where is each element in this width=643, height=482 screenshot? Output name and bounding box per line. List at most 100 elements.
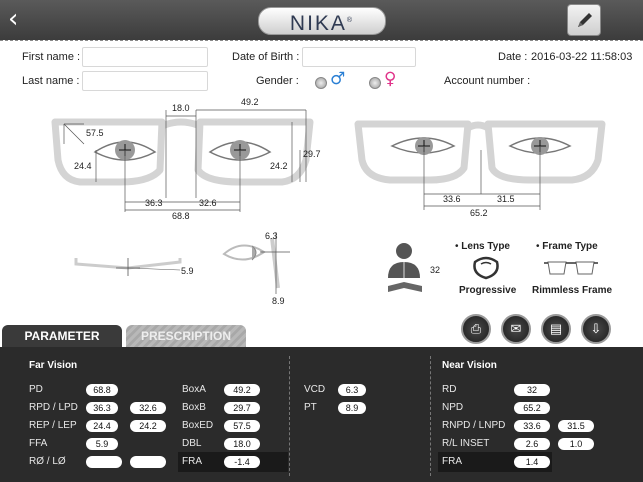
dim-right-npd: 33.6	[443, 194, 461, 204]
far-l-diameter-value[interactable]	[130, 456, 166, 468]
last-name-label: Last name :	[22, 75, 80, 87]
dim-right-pd: 36.3	[145, 198, 163, 208]
date-label: Date :	[498, 51, 528, 63]
far-rep-value[interactable]: 24.4	[86, 420, 118, 432]
lens-icon	[473, 256, 499, 280]
near-vision-title: Near Vision	[442, 360, 497, 371]
near-npd-value[interactable]: 65.2	[514, 402, 550, 414]
far-vision-title: Far Vision	[29, 360, 78, 371]
far-row-label: RØ / LØ	[29, 456, 66, 467]
box-row-label: BoxB	[182, 402, 206, 413]
vcd-row-label: VCD	[304, 384, 326, 395]
box-row-label: BoxA	[182, 384, 206, 395]
last-name-field[interactable]	[82, 71, 208, 91]
tab-prescription[interactable]: PRESCRIPTION	[126, 325, 246, 347]
rimless-frame-icon	[544, 261, 598, 275]
email-button[interactable]: ✉	[501, 314, 531, 344]
far-vision-frame-diagram	[51, 109, 314, 212]
dim-left-npd: 31.5	[497, 194, 515, 204]
tab-parameter[interactable]: PARAMETER	[2, 325, 122, 347]
dim-total-npd: 65.2	[470, 208, 488, 218]
top-bar-divider	[0, 40, 643, 41]
account-number-label: Account number :	[444, 75, 531, 87]
back-button[interactable]: ‹	[8, 6, 30, 32]
date-value: 2016-03-22 11:58:03	[531, 51, 633, 63]
mail-icon: ✉	[510, 321, 522, 336]
edit-button[interactable]	[567, 4, 601, 36]
dob-label: Date of Birth :	[232, 51, 300, 63]
vertex-distance-diagram	[222, 232, 290, 294]
dim-face-form-angle: 5.9	[181, 266, 194, 276]
near-rnpd-value[interactable]: 33.6	[514, 420, 550, 432]
dim-left-pd: 32.6	[199, 198, 217, 208]
near-row-label: NPD	[442, 402, 464, 413]
dim-left-height: 24.4	[74, 161, 92, 171]
panel-divider-left	[289, 356, 290, 476]
box-row-label: FRA	[182, 456, 202, 467]
lens-type-label-text: Lens Type	[461, 241, 510, 252]
far-row-label: RPD / LPD	[29, 402, 78, 413]
lens-type-value: Progressive	[459, 285, 517, 296]
box-row-label: BoxED	[182, 420, 214, 431]
frame-tilt-diagram	[74, 258, 182, 276]
logo-text: NIKA	[289, 12, 347, 35]
reading-posture-icon	[388, 243, 422, 292]
dim-box-a: 49.2	[241, 97, 259, 107]
box-row-label: DBL	[182, 438, 202, 449]
dim-right-height: 24.2	[270, 161, 288, 171]
far-lpd-value[interactable]: 32.6	[130, 402, 166, 414]
far-lep-value[interactable]: 24.2	[130, 420, 166, 432]
pt-value[interactable]: 8.9	[338, 402, 366, 414]
near-r-inset-value[interactable]: 2.6	[514, 438, 550, 450]
gender-female-radio[interactable]	[369, 77, 381, 89]
near-l-inset-value[interactable]: 1.0	[558, 438, 594, 450]
download-button[interactable]: ⇩	[581, 314, 611, 344]
first-name-field[interactable]	[82, 47, 208, 67]
print-button[interactable]: ⎙	[461, 314, 491, 344]
box-ed-value[interactable]: 57.5	[224, 420, 260, 432]
frame-type-label-text: Frame Type	[542, 241, 598, 252]
dim-reading-distance: 32	[430, 265, 441, 275]
dim-pantoscopic-tilt: 8.9	[272, 296, 285, 306]
print-icon: ⎙	[470, 321, 482, 336]
near-vision-frame-diagram	[354, 120, 606, 210]
near-row-label: RD	[442, 384, 457, 395]
frame-type-label: • Frame Type	[536, 241, 598, 252]
box-b-value[interactable]: 29.7	[224, 402, 260, 414]
pencil-icon	[578, 13, 592, 27]
near-rd-value[interactable]: 32	[514, 384, 550, 396]
far-rpd-value[interactable]: 36.3	[86, 402, 118, 414]
box-a-value[interactable]: 49.2	[224, 384, 260, 396]
box-dbl-value[interactable]: 18.0	[224, 438, 260, 450]
dob-field[interactable]	[302, 47, 416, 67]
chevron-left-icon: ‹	[8, 4, 19, 34]
gender-male-radio[interactable]	[315, 77, 327, 89]
far-r-diameter-value[interactable]	[86, 456, 122, 468]
logo-registered-mark: ®	[346, 17, 355, 24]
clipboard-icon: ▤	[549, 321, 563, 336]
male-icon: ♂	[330, 69, 346, 89]
vcd-row-label: PT	[304, 402, 317, 413]
dim-vertex-distance: 6.3	[265, 231, 278, 241]
panel-divider-right	[430, 356, 431, 476]
female-icon: ♀	[384, 69, 397, 89]
far-row-label: REP / LEP	[29, 420, 77, 431]
far-ffa-value[interactable]: 5.9	[86, 438, 118, 450]
clipboard-button[interactable]: ▤	[541, 314, 571, 344]
lens-type-label: • Lens Type	[455, 241, 510, 252]
near-fra-value[interactable]: 1.4	[514, 456, 550, 468]
app-logo: NIKA®	[258, 7, 386, 35]
box-fra-value[interactable]: -1.4	[224, 456, 260, 468]
near-row-label: RNPD / LNPD	[442, 420, 506, 431]
near-row-label: FRA	[442, 456, 462, 467]
download-icon: ⇩	[590, 321, 602, 336]
frame-type-value: Rimmless Frame	[532, 285, 613, 296]
dim-bridge: 18.0	[172, 103, 190, 113]
near-row-label: R/L INSET	[442, 438, 490, 449]
near-lnpd-value[interactable]: 31.5	[558, 420, 594, 432]
far-pd-value[interactable]: 68.8	[86, 384, 118, 396]
dim-box-ed: 57.5	[86, 128, 104, 138]
dim-total-pd: 68.8	[172, 211, 190, 221]
gender-label: Gender :	[256, 75, 299, 87]
vcd-value[interactable]: 6.3	[338, 384, 366, 396]
